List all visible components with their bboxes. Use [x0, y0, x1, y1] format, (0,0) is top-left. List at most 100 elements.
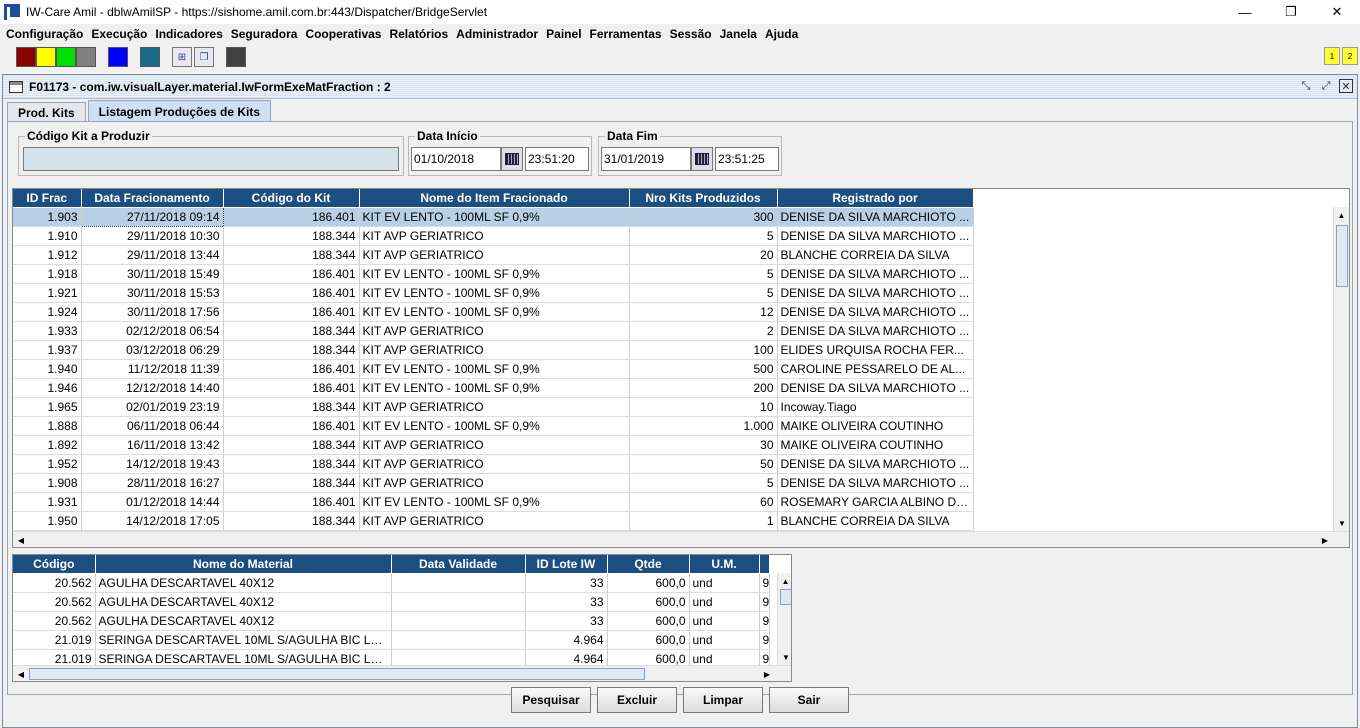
table-cell[interactable]: 01/12/2018 14:44 [81, 492, 224, 512]
limpar-button[interactable]: Limpar [683, 687, 763, 713]
table-row[interactable]: 1.908 28/11/2018 16:27 188.344 KIT AVP GERI… [13, 473, 974, 493]
data-inicio-date-input[interactable]: 01/10/2018 [411, 147, 501, 171]
col-id-lote[interactable]: ID Lote IW [525, 555, 608, 574]
table-cell[interactable]: 5 [629, 226, 778, 246]
data-fim-date-input[interactable]: 31/01/2019 [601, 147, 691, 171]
table-row[interactable]: 20.562 AGULHA DESCARTAVEL 40X12 33 600,0 und… [13, 611, 770, 631]
table-cell[interactable]: 188.344 [223, 454, 360, 474]
table-row[interactable]: 1.910 29/11/2018 10:30 188.344 KIT AVP GERI… [13, 226, 974, 246]
scroll-down-arrow-icon[interactable]: ▼ [1334, 515, 1349, 531]
pesquisar-button[interactable]: Pesquisar [511, 687, 591, 713]
table-cell[interactable]: 10 [629, 397, 778, 417]
table-row[interactable]: 1.892 16/11/2018 13:42 188.344 KIT AVP GERI… [13, 435, 974, 455]
table-cell[interactable]: DENISE DA SILVA MARCHIOTO ... [777, 473, 974, 493]
table-cell[interactable]: SERINGA DESCARTAVEL 10ML S/AGULHA BIC LU… [95, 630, 392, 650]
table-cell[interactable]: 1.903 [13, 207, 82, 227]
maximize-button[interactable]: ❐ [1268, 0, 1314, 24]
table-cell[interactable]: 188.344 [223, 226, 360, 246]
table-cell[interactable]: Incoway.Tiago [777, 397, 974, 417]
table-cell[interactable]: 186.401 [223, 492, 360, 512]
col-nome-material[interactable]: Nome do Material [95, 555, 392, 574]
table-cell[interactable]: KIT EV LENTO - 100ML SF 0,9% [359, 264, 630, 284]
table-cell[interactable]: AGULHA DESCARTAVEL 40X12 [95, 611, 392, 631]
table-cell[interactable]: KIT AVP GERIATRICO [359, 245, 630, 265]
table-cell[interactable]: DENISE DA SILVA MARCHIOTO ... [777, 454, 974, 474]
scroll-up-arrow-icon[interactable]: ▲ [1334, 207, 1349, 223]
table-cell[interactable]: 100 [629, 340, 778, 360]
table-cell[interactable]: 1.933 [13, 321, 82, 341]
menu-administrador[interactable]: Administrador [454, 27, 544, 41]
table-cell[interactable]: 1.950 [13, 511, 82, 531]
frame-maximize-icon[interactable]: ⤢ [1319, 79, 1333, 93]
table-cell[interactable]: KIT AVP GERIATRICO [359, 435, 630, 455]
col-codigo[interactable]: Código [13, 555, 96, 574]
table-row[interactable]: 1.912 29/11/2018 13:44 188.344 KIT AVP GERI… [13, 245, 974, 265]
table-cell[interactable]: DENISE DA SILVA MARCHIOTO ... [777, 378, 974, 398]
table-cell[interactable] [391, 630, 526, 650]
col-nome-item[interactable]: Nome do Item Fracionado [359, 189, 630, 208]
menu-ferramentas[interactable]: Ferramentas [588, 27, 668, 41]
data-fim-calendar-icon[interactable] [691, 147, 713, 171]
windows-icon[interactable]: ❐ [194, 47, 214, 67]
scroll-thumb[interactable] [29, 668, 645, 680]
data-fim-time-input[interactable]: 23:51:25 [715, 147, 779, 171]
menu-janela[interactable]: Janela [718, 27, 763, 41]
detail-table-hscroll[interactable]: ◀ ▶ [13, 665, 791, 681]
table-cell[interactable]: ELIDES URQUISA ROCHA FER... [777, 340, 974, 360]
window-badge-2[interactable]: 2 [1342, 47, 1358, 65]
table-cell[interactable] [391, 573, 526, 593]
table-row[interactable]: 1.933 02/12/2018 06:54 188.344 KIT AVP GERI… [13, 321, 974, 341]
table-cell[interactable]: KIT AVP GERIATRICO [359, 226, 630, 246]
table-cell[interactable]: MAIKE OLIVEIRA COUTINHO [777, 416, 974, 436]
table-row[interactable]: 1.965 02/01/2019 23:19 188.344 KIT AVP GERI… [13, 397, 974, 417]
table-cell[interactable]: 1.000 [629, 416, 778, 436]
color-swatch-blue[interactable] [108, 47, 128, 67]
table-cell[interactable]: 186.401 [223, 283, 360, 303]
table-cell[interactable]: BLANCHE CORREIA DA SILVA [777, 245, 974, 265]
minimize-button[interactable]: — [1222, 0, 1268, 24]
table-cell[interactable]: 1.912 [13, 245, 82, 265]
col-um[interactable]: U.M. [689, 555, 760, 574]
table-cell[interactable]: KIT AVP GERIATRICO [359, 473, 630, 493]
table-cell[interactable]: 200 [629, 378, 778, 398]
table-cell[interactable]: KIT EV LENTO - 100ML SF 0,9% [359, 492, 630, 512]
table-cell[interactable]: 188.344 [223, 397, 360, 417]
table-cell[interactable]: 14/12/2018 17:05 [81, 511, 224, 531]
table-cell[interactable]: 20 [629, 245, 778, 265]
table-cell[interactable]: 186.401 [223, 207, 360, 227]
scroll-right-arrow-icon[interactable]: ▶ [1317, 532, 1333, 547]
table-cell[interactable]: und [689, 611, 760, 631]
table-cell[interactable]: 33 [525, 592, 608, 612]
detail-table-vscroll[interactable]: ▲ ▼ [777, 573, 791, 665]
table-row[interactable]: 1.940 11/12/2018 11:39 186.401 KIT EV LENTO… [13, 359, 974, 379]
col-data-validade[interactable]: Data Validade [391, 555, 526, 574]
table-cell[interactable]: 12/12/2018 14:40 [81, 378, 224, 398]
table-cell[interactable]: 300 [629, 207, 778, 227]
table-cell[interactable]: 186.401 [223, 416, 360, 436]
color-swatch-darkred[interactable] [16, 47, 36, 67]
table-cell[interactable]: KIT EV LENTO - 100ML SF 0,9% [359, 283, 630, 303]
table-cell[interactable]: AGULHA DESCARTAVEL 40X12 [95, 592, 392, 612]
menu-painel[interactable]: Painel [544, 27, 587, 41]
table-cell[interactable]: 50 [629, 454, 778, 474]
table-cell[interactable]: 27/11/2018 09:14 [80, 206, 224, 227]
table-row[interactable]: 1.918 30/11/2018 15:49 186.401 KIT EV LENTO… [13, 264, 974, 284]
table-cell[interactable]: 1.910 [13, 226, 82, 246]
table-cell[interactable]: KIT EV LENTO - 100ML SF 0,9% [359, 378, 630, 398]
table-row[interactable]: 1.931 01/12/2018 14:44 186.401 KIT EV LENTO… [13, 492, 974, 512]
table-cell[interactable]: 1.908 [13, 473, 82, 493]
table-cell[interactable]: 1.946 [13, 378, 82, 398]
table-cell[interactable]: DENISE DA SILVA MARCHIOTO ... [777, 207, 974, 227]
table-cell[interactable]: 11/12/2018 11:39 [81, 359, 224, 379]
table-cell[interactable]: DENISE DA SILVA MARCHIOTO ... [777, 321, 974, 341]
table-cell[interactable]: 4.964 [525, 630, 608, 650]
table-cell[interactable]: 20.562 [13, 611, 96, 631]
table-cell[interactable]: 9. [759, 592, 770, 612]
menu-cooperativas[interactable]: Cooperativas [303, 27, 387, 41]
table-cell[interactable]: DENISE DA SILVA MARCHIOTO ... [777, 302, 974, 322]
table-cell[interactable]: 03/12/2018 06:29 [81, 340, 224, 360]
table-cell[interactable]: 20.562 [13, 573, 96, 593]
table-cell[interactable]: 20.562 [13, 592, 96, 612]
table-cell[interactable]: 30/11/2018 17:56 [81, 302, 224, 322]
table-cell[interactable]: 16/11/2018 13:42 [81, 435, 224, 455]
